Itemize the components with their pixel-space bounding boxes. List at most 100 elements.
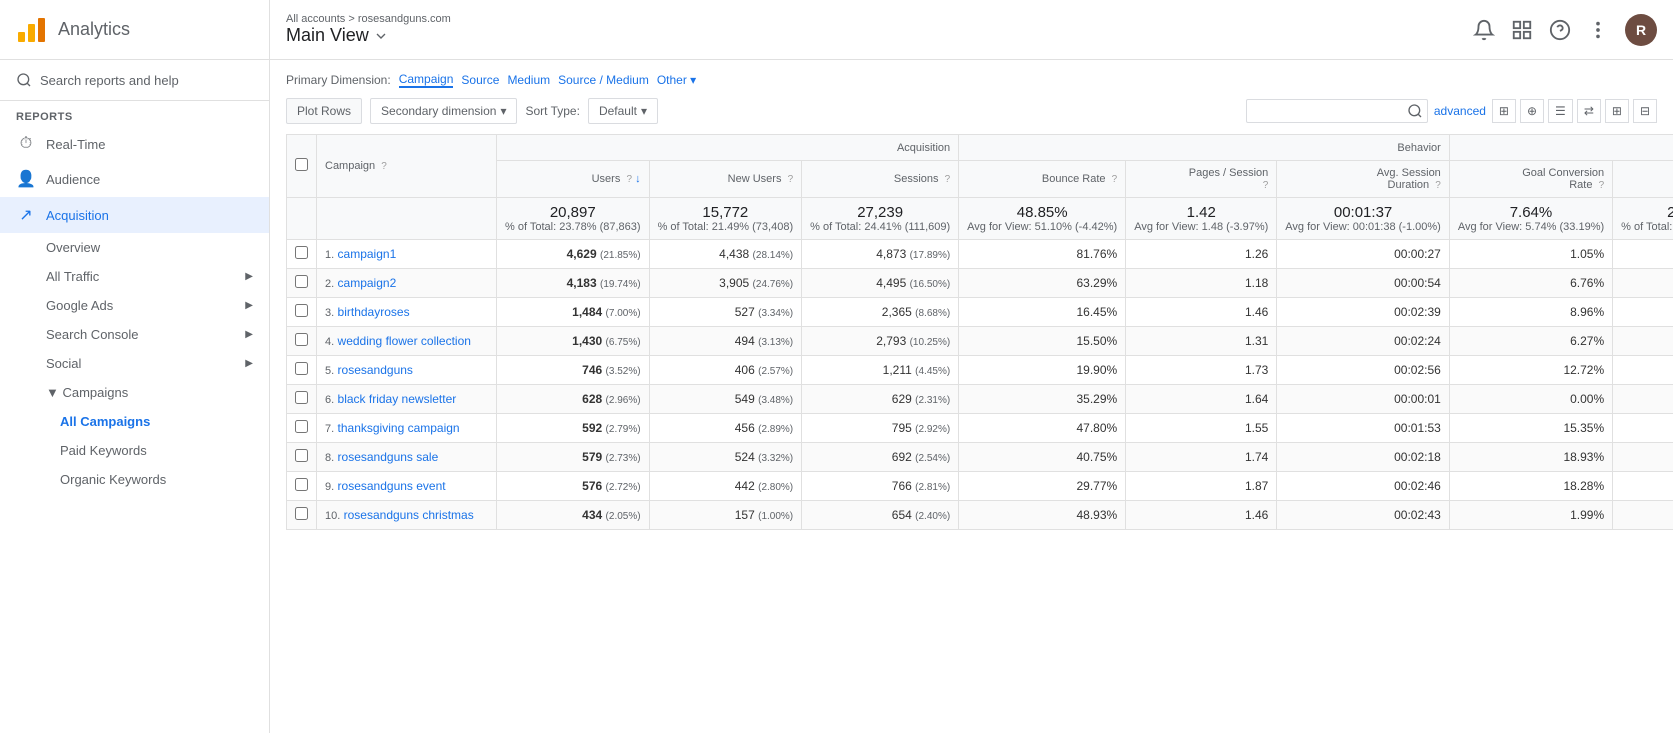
sidebar-item-paid-keywords[interactable]: Paid Keywords	[0, 436, 269, 465]
row-checkbox-input-0[interactable]	[295, 246, 308, 259]
row-checkbox-input-2[interactable]	[295, 304, 308, 317]
row-checkbox-7[interactable]	[287, 443, 317, 472]
sidebar-item-organic-keywords[interactable]: Organic Keywords	[0, 465, 269, 494]
row-checkbox-3[interactable]	[287, 327, 317, 356]
row-checkbox-9[interactable]	[287, 501, 317, 530]
row-num-name-2: 3. birthdayroses	[317, 298, 497, 327]
sidebar-item-audience[interactable]: 👤 Audience	[0, 161, 269, 197]
view-icon-table[interactable]: ⊞	[1492, 99, 1516, 123]
dim-medium[interactable]: Medium	[507, 73, 550, 87]
row-sessions-7: 692 (2.54%)	[802, 443, 959, 472]
row-checkbox-8[interactable]	[287, 472, 317, 501]
sidebar-item-acquisition[interactable]: ↗ Acquisition	[0, 197, 269, 233]
chevron-down-icon	[373, 28, 389, 44]
view-title[interactable]: Main View	[286, 25, 451, 46]
row-name-link-4[interactable]: rosesandguns	[338, 363, 413, 377]
sidebar-item-google-ads[interactable]: Google Ads▶	[0, 291, 269, 320]
header-goal-conv-rate[interactable]: Goal ConversionRate ?	[1449, 161, 1612, 198]
view-icon-custom[interactable]: ⊟	[1633, 99, 1657, 123]
header-avg-session[interactable]: Avg. SessionDuration ?	[1277, 161, 1450, 198]
row-goal-completions-2: 212 (10.18%)	[1613, 298, 1673, 327]
row-name-link-0[interactable]: campaign1	[338, 247, 397, 261]
row-name-link-8[interactable]: rosesandguns event	[338, 479, 446, 493]
row-pages-session-4: 1.73	[1126, 356, 1277, 385]
select-all-checkbox[interactable]	[295, 158, 308, 171]
totals-row: 20,897 % of Total: 23.78% (87,863) 15,77…	[287, 198, 1673, 240]
more-vert-icon[interactable]	[1587, 19, 1609, 41]
sidebar-item-realtime[interactable]: ⏱ Real-Time	[0, 127, 269, 161]
row-sessions-9: 654 (2.40%)	[802, 501, 959, 530]
help-icon[interactable]	[1549, 19, 1571, 41]
avatar[interactable]: R	[1625, 14, 1657, 46]
grid-icon[interactable]	[1511, 19, 1533, 41]
table-row: 6. black friday newsletter 628 (2.96%) 5…	[287, 385, 1673, 414]
row-name-link-6[interactable]: thanksgiving campaign	[338, 421, 460, 435]
secondary-dimension-dropdown[interactable]: Secondary dimension ▾	[370, 98, 517, 124]
row-checkbox-0[interactable]	[287, 240, 317, 269]
search-icon	[16, 72, 32, 88]
header-sessions[interactable]: Sessions ?	[802, 161, 959, 198]
sidebar-item-overview[interactable]: Overview	[0, 233, 269, 262]
row-goal-conv-rate-0: 1.05%	[1449, 240, 1612, 269]
acquisition-icon: ↗	[16, 205, 36, 225]
row-users-7: 579 (2.73%)	[497, 443, 650, 472]
sort-default-dropdown[interactable]: Default ▾	[588, 98, 658, 124]
row-name-link-7[interactable]: rosesandguns sale	[338, 450, 439, 464]
dim-source[interactable]: Source	[461, 73, 499, 87]
person-icon: 👤	[16, 169, 36, 189]
row-name-link-2[interactable]: birthdayroses	[338, 305, 410, 319]
row-checkbox-input-4[interactable]	[295, 362, 308, 375]
row-checkbox-5[interactable]	[287, 385, 317, 414]
view-icon-compare[interactable]: ⇄	[1577, 99, 1601, 123]
row-checkbox-input-9[interactable]	[295, 507, 308, 520]
row-name-link-1[interactable]: campaign2	[338, 276, 397, 290]
row-name-link-9[interactable]: rosesandguns christmas	[344, 508, 474, 522]
row-checkbox-input-6[interactable]	[295, 420, 308, 433]
row-checkbox-input-5[interactable]	[295, 391, 308, 404]
row-checkbox-6[interactable]	[287, 414, 317, 443]
dim-campaign[interactable]: Campaign	[399, 72, 454, 88]
bell-icon[interactable]	[1473, 19, 1495, 41]
header-users[interactable]: Users ? ↓	[497, 161, 650, 198]
row-num-name-3: 4. wedding flower collection	[317, 327, 497, 356]
sidebar-item-campaigns[interactable]: ▼ Campaigns	[0, 378, 269, 407]
header-goal-completions[interactable]: GoalCompletions ?	[1613, 161, 1673, 198]
plot-rows-button[interactable]: Plot Rows	[286, 98, 362, 124]
header-acquisition-group: Acquisition	[497, 135, 959, 161]
header-new-users[interactable]: New Users ?	[649, 161, 802, 198]
row-bounce-rate-7: 40.75%	[959, 443, 1126, 472]
row-checkbox-input-8[interactable]	[295, 478, 308, 491]
row-sessions-0: 4,873 (17.89%)	[802, 240, 959, 269]
row-checkbox-input-1[interactable]	[295, 275, 308, 288]
row-checkbox-input-3[interactable]	[295, 333, 308, 346]
row-checkbox-input-7[interactable]	[295, 449, 308, 462]
view-icon-bar[interactable]: ☰	[1548, 99, 1573, 123]
table-body: 1. campaign1 4,629 (21.85%) 4,438 (28.14…	[287, 240, 1673, 530]
sidebar-item-realtime-label: Real-Time	[46, 137, 105, 152]
view-icon-pie[interactable]: ⊕	[1520, 99, 1544, 123]
sidebar-item-social[interactable]: Social▶	[0, 349, 269, 378]
row-name-link-5[interactable]: black friday newsletter	[338, 392, 457, 406]
row-goal-conv-rate-4: 12.72%	[1449, 356, 1612, 385]
header-bounce-rate[interactable]: Bounce Rate ?	[959, 161, 1126, 198]
sidebar-item-all-traffic[interactable]: All Traffic▶	[0, 262, 269, 291]
dimension-label: Primary Dimension:	[286, 73, 391, 87]
row-goal-completions-8: 140 (6.72%)	[1613, 472, 1673, 501]
row-goal-completions-0: 51 (2.45%)	[1613, 240, 1673, 269]
row-users-2: 1,484 (7.00%)	[497, 298, 650, 327]
row-name-link-3[interactable]: wedding flower collection	[338, 334, 471, 348]
header-pages-session[interactable]: Pages / Session?	[1126, 161, 1277, 198]
dim-source-medium[interactable]: Source / Medium	[558, 73, 649, 87]
topbar-right: R	[1473, 14, 1657, 46]
totals-sessions: 27,239 % of Total: 24.41% (111,609)	[802, 198, 959, 240]
sidebar-item-search-console[interactable]: Search Console▶	[0, 320, 269, 349]
advanced-link[interactable]: advanced	[1434, 104, 1486, 118]
dim-other[interactable]: Other ▾	[657, 73, 696, 87]
row-checkbox-2[interactable]	[287, 298, 317, 327]
search-bar[interactable]: Search reports and help	[0, 60, 269, 101]
sidebar-item-all-campaigns[interactable]: All Campaigns	[0, 407, 269, 436]
row-checkbox-4[interactable]	[287, 356, 317, 385]
row-checkbox-1[interactable]	[287, 269, 317, 298]
table-search-input[interactable]	[1247, 100, 1407, 122]
view-icon-pivot[interactable]: ⊞	[1605, 99, 1629, 123]
